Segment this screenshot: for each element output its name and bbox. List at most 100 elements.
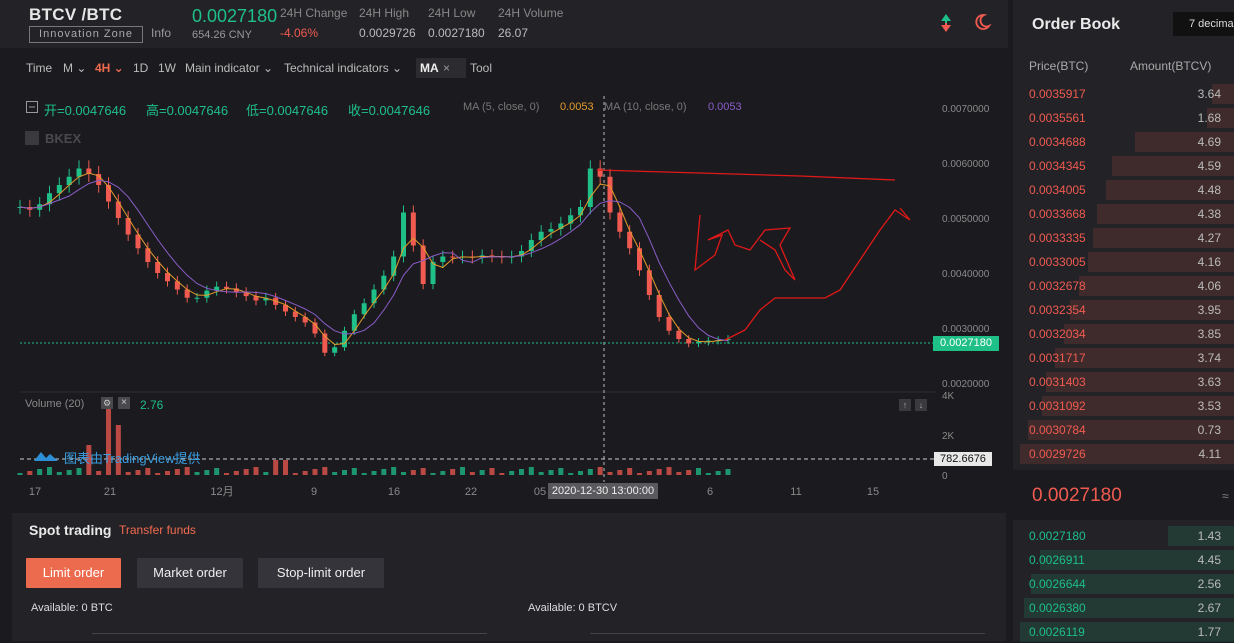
volume-crosshair-tag: 782.6676 [934,452,992,466]
volume-bar [637,473,642,475]
volume-bar [292,473,298,475]
decimals-dropdown[interactable]: 7 decimal [1173,12,1234,36]
bid-row[interactable]: 0.0026911 4.45 [1013,549,1234,571]
volume-bar [725,469,731,475]
ask-row[interactable]: 0.0035561 1.68 [1013,107,1234,129]
drawn-scribble [694,214,796,281]
stop-limit-order-tab[interactable]: Stop-limit order [258,558,384,588]
drawn-projection-path [724,207,911,341]
price-tick: 0.0070000 [942,104,990,115]
scale-down-icon[interactable]: ↓ [915,399,927,411]
volume-bar [243,469,249,475]
scale-up-icon[interactable]: ↑ [899,399,911,411]
price-tick: 0.0040000 [942,269,990,280]
candle-body [450,256,456,258]
ask-row[interactable]: 0.0034005 4.48 [1013,179,1234,201]
volume-bar [499,473,505,475]
ask-row[interactable]: 0.0030784 0.73 [1013,419,1234,441]
collapse-legend-icon[interactable] [26,101,38,113]
volume-bar [578,471,583,475]
candle-body [637,248,642,271]
volume-bar [558,468,564,475]
ask-row[interactable]: 0.0033668 4.38 [1013,203,1234,225]
available-btcv: Available: 0 BTCV [528,602,618,614]
row-amount: 4.16 [1197,255,1221,269]
row-amount: 4.45 [1197,553,1221,567]
ask-row[interactable]: 0.0034345 4.59 [1013,155,1234,177]
limit-order-tab[interactable]: Limit order [26,558,121,588]
volume-bar [696,468,701,475]
row-amount: 3.95 [1197,303,1221,317]
volume-bar [37,469,43,475]
chart-canvas[interactable]: 0.0070000 0.0060000 0.0050000 0.0040000 0.00… [0,0,1008,510]
candle-body [371,289,377,304]
close-volume-icon[interactable]: × [118,397,130,409]
ask-row[interactable]: 0.0031092 3.53 [1013,395,1234,417]
volume-bar [528,467,534,475]
volume-bar [420,468,426,475]
approx-icon: ≈ [1222,489,1229,503]
volume-tick: 4K [942,391,955,402]
ask-row[interactable]: 0.0029726 4.11 [1013,443,1234,465]
volume-bar [538,472,544,475]
time-tick: 16 [388,486,400,498]
time-tick: 9 [311,486,317,498]
row-price: 0.0031717 [1029,351,1086,365]
market-order-tab[interactable]: Market order [137,558,243,588]
volume-bar [312,469,318,475]
legend-low: 低=0.0047646 [246,103,329,118]
ask-row[interactable]: 0.0032034 3.85 [1013,323,1234,345]
candle-body [401,212,406,257]
time-tick: 12月 [210,486,233,498]
legend-close: 收=0.0047646 [348,103,431,118]
volume-bar [460,467,465,475]
row-amount: 4.69 [1197,135,1221,149]
volume-bar [283,460,288,475]
time-tick: 05 [534,486,546,498]
row-amount: 3.63 [1197,375,1221,389]
ask-row[interactable]: 0.0031403 3.63 [1013,371,1234,393]
ask-row[interactable]: 0.0032354 3.95 [1013,299,1234,321]
ask-row[interactable]: 0.0034688 4.69 [1013,131,1234,153]
candle-body [420,245,426,284]
bid-row[interactable]: 0.0026380 2.67 [1013,597,1234,619]
settings-icon[interactable]: ⚙ [101,397,113,409]
volume-bar [56,472,62,475]
transfer-funds-link[interactable]: Transfer funds [119,523,196,537]
volume-bar [646,471,652,475]
ask-row[interactable]: 0.0035917 3.64 [1013,83,1234,105]
row-amount: 4.48 [1197,183,1221,197]
volume-bar [174,469,180,475]
time-tick: 6 [707,486,713,498]
candle-body [194,297,200,299]
bid-row[interactable]: 0.0026644 2.56 [1013,573,1234,595]
row-price: 0.0026911 [1029,553,1085,567]
volume-bar [509,471,515,475]
ask-row[interactable]: 0.0031717 3.74 [1013,347,1234,369]
tradingview-credit[interactable]: 图表由TradingView提供 [64,448,201,467]
volume-bar [135,470,141,475]
crosshair-date-tag: 2020-12-30 13:00:00 [548,483,658,499]
volume-bar [656,469,662,475]
candle-body [204,290,210,298]
volume-bar [430,473,436,475]
volume-bar [597,467,603,475]
candle-body [430,262,436,284]
ask-row[interactable]: 0.0033005 4.16 [1013,251,1234,273]
volume-bar [587,469,593,475]
row-price: 0.0027180 [1029,529,1086,543]
volume-bar [204,470,210,475]
bid-row[interactable]: 0.0026119 1.77 [1013,621,1234,643]
price-tick: 0.0020000 [942,379,990,390]
time-tick: 22 [465,486,477,498]
volume-bar [568,473,574,475]
volume-bar [96,471,102,475]
volume-bar [519,469,524,475]
volume-bar [27,471,33,475]
ask-row[interactable]: 0.0033335 4.27 [1013,227,1234,249]
candle-body [676,330,682,339]
ask-row[interactable]: 0.0032678 4.06 [1013,275,1234,297]
volume-bar [332,472,338,475]
bid-row[interactable]: 0.0027180 1.43 [1013,525,1234,547]
volume-bar [273,460,279,475]
